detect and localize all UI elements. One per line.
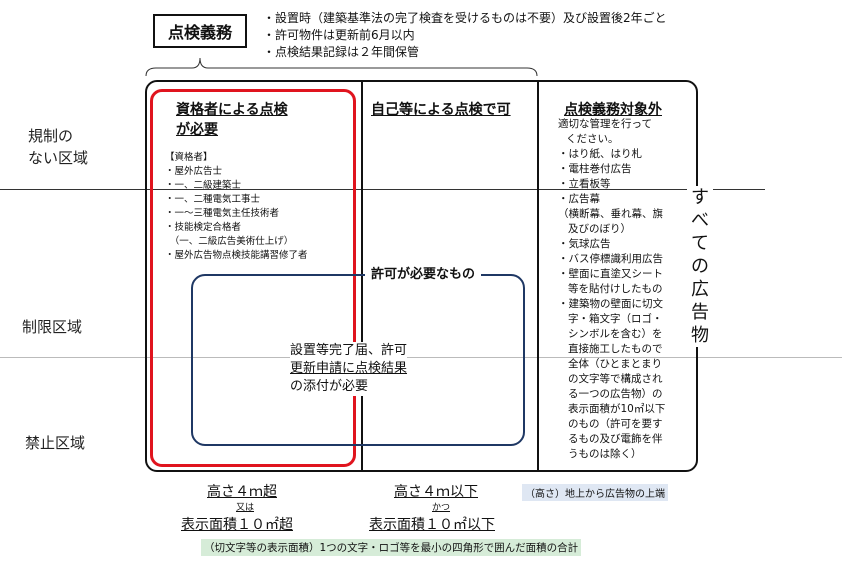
inspection-notes: ・設置時（建築基準法の完了検査を受けるものは不要）及び設置後2年ごと ・許可物件… <box>263 10 667 61</box>
heading-line: 資格者による点検 <box>176 102 288 118</box>
exempt-line: ください。 <box>566 133 619 145</box>
zone-restricted-label: 制限区域 <box>22 318 83 336</box>
left-height-criterion: 高さ４ｍ超 <box>207 484 277 500</box>
zone-unregulated-label: 規制の ない区域 <box>28 125 88 169</box>
permit-note-line: 更新申請に点検結果 <box>290 361 408 376</box>
exempt-line: うものは除く） <box>568 448 642 460</box>
inspection-duty-title: 点検義務 <box>153 14 247 48</box>
exempt-line: ・壁面に直塗又シート <box>558 268 663 280</box>
vertical-label-char: て <box>691 233 709 254</box>
vertical-label-char: 物 <box>691 325 709 346</box>
exempt-line: 直接施工したもので <box>568 343 663 355</box>
vertical-label-char: 広 <box>691 279 709 300</box>
qualification-item: ・一、二種電気工事士 <box>165 194 261 205</box>
exempt-line: る一つの広告物）の <box>568 388 663 400</box>
vertical-label-char: べ <box>691 210 709 231</box>
qualification-list: 【資格者】 ・屋外広告士 ・一、二級建築士 ・一、二種電気工事士 ・一～三種電気… <box>165 151 308 263</box>
height-definition-note: （高さ）地上から広告物の上端 <box>522 484 668 501</box>
exempt-line: 及びのぼり） <box>568 223 631 235</box>
mid-height-criterion: 高さ４ｍ以下 <box>394 484 478 500</box>
exempt-line: るもの及び電飾を伴 <box>568 433 663 445</box>
vertical-label-char: の <box>691 256 709 277</box>
qualification-item: （一、二級広告美術仕上げ） <box>165 236 294 247</box>
permit-note-line: の添付が必要 <box>290 379 369 394</box>
permit-note: 設置等完了届、許可 更新申請に点検結果 の添付が必要 <box>290 342 408 396</box>
exempt-line: 表示面積が10㎡以下 <box>568 403 666 415</box>
exempt-line: （横断幕、垂れ幕、旗 <box>558 208 663 220</box>
exempt-line: 字・箱文字（ロゴ・ <box>568 313 663 325</box>
column-divider <box>537 81 539 471</box>
note-line: ・許可物件は更新前6月以内 <box>263 28 415 42</box>
exempt-line: 等を貼付けしたもの <box>568 283 663 295</box>
exempt-line: ・はり紙、はり札 <box>558 148 642 160</box>
zone-label-line: 規制の <box>28 127 74 145</box>
qualification-item: ・屋外広告士 <box>165 166 223 177</box>
exempt-line: 適切な管理を行って <box>558 118 652 130</box>
exempt-line: ・気球広告 <box>558 238 611 250</box>
exempt-line: ・立看板等 <box>558 178 611 190</box>
qualification-item: ・一～三種電気主任技術者 <box>165 208 280 219</box>
exempt-list: 適切な管理を行って ください。 ・はり紙、はり札 ・電柱巻付広告 ・立看板等 ・… <box>558 117 665 462</box>
vertical-label-char: す <box>691 187 709 208</box>
left-or-label: 又は <box>236 503 255 513</box>
self-inspection-heading: 自己等による点検で可 <box>371 102 511 118</box>
exempt-line: ・電柱巻付広告 <box>558 163 632 175</box>
heading-line: が必要 <box>176 122 218 138</box>
qualification-item: ・一、二級建築士 <box>165 180 242 191</box>
zone-label-line: ない区域 <box>28 149 89 167</box>
exempt-line: 全体（ひとまとまり <box>568 358 663 370</box>
zone-prohibited-label: 禁止区域 <box>25 434 86 452</box>
qualified-inspection-heading: 資格者による点検 が必要 <box>176 100 288 140</box>
exempt-line: ・広告幕 <box>558 193 600 205</box>
qualification-item: ・技能検定合格者 <box>165 222 242 233</box>
note-line: ・設置時（建築基準法の完了検査を受けるものは不要）及び設置後2年ごと <box>263 11 667 25</box>
left-area-criterion: 表示面積１０㎡超 <box>181 517 293 533</box>
exempt-line: の文字等で構成され <box>568 373 663 385</box>
exempt-line: シンボルを含む）を <box>568 328 663 340</box>
exempt-line: ・バス停標識利用広告 <box>558 253 663 265</box>
mid-area-criterion: 表示面積１０㎡以下 <box>369 517 495 533</box>
mid-and-label: かつ <box>432 503 451 513</box>
qualification-title: 【資格者】 <box>165 152 213 163</box>
exempt-line: ・建築物の壁面に切文 <box>558 298 663 310</box>
note-line: ・点検結果記録は２年間保管 <box>263 45 420 59</box>
permit-note-line: 設置等完了届、許可 <box>290 343 408 358</box>
all-signs-vertical-label: すべての広告物 <box>687 186 713 347</box>
permit-required-label: 許可が必要なもの <box>365 266 482 284</box>
vertical-label-char: 告 <box>691 302 709 323</box>
qualification-item: ・屋外広告物点検技能講習修了者 <box>165 250 308 261</box>
exempt-line: のもの（許可を要す <box>568 418 663 430</box>
area-definition-note: （切文字等の表示面積）1つの文字・ロゴ等を最小の四角形で囲んだ面積の合計 <box>201 539 582 556</box>
